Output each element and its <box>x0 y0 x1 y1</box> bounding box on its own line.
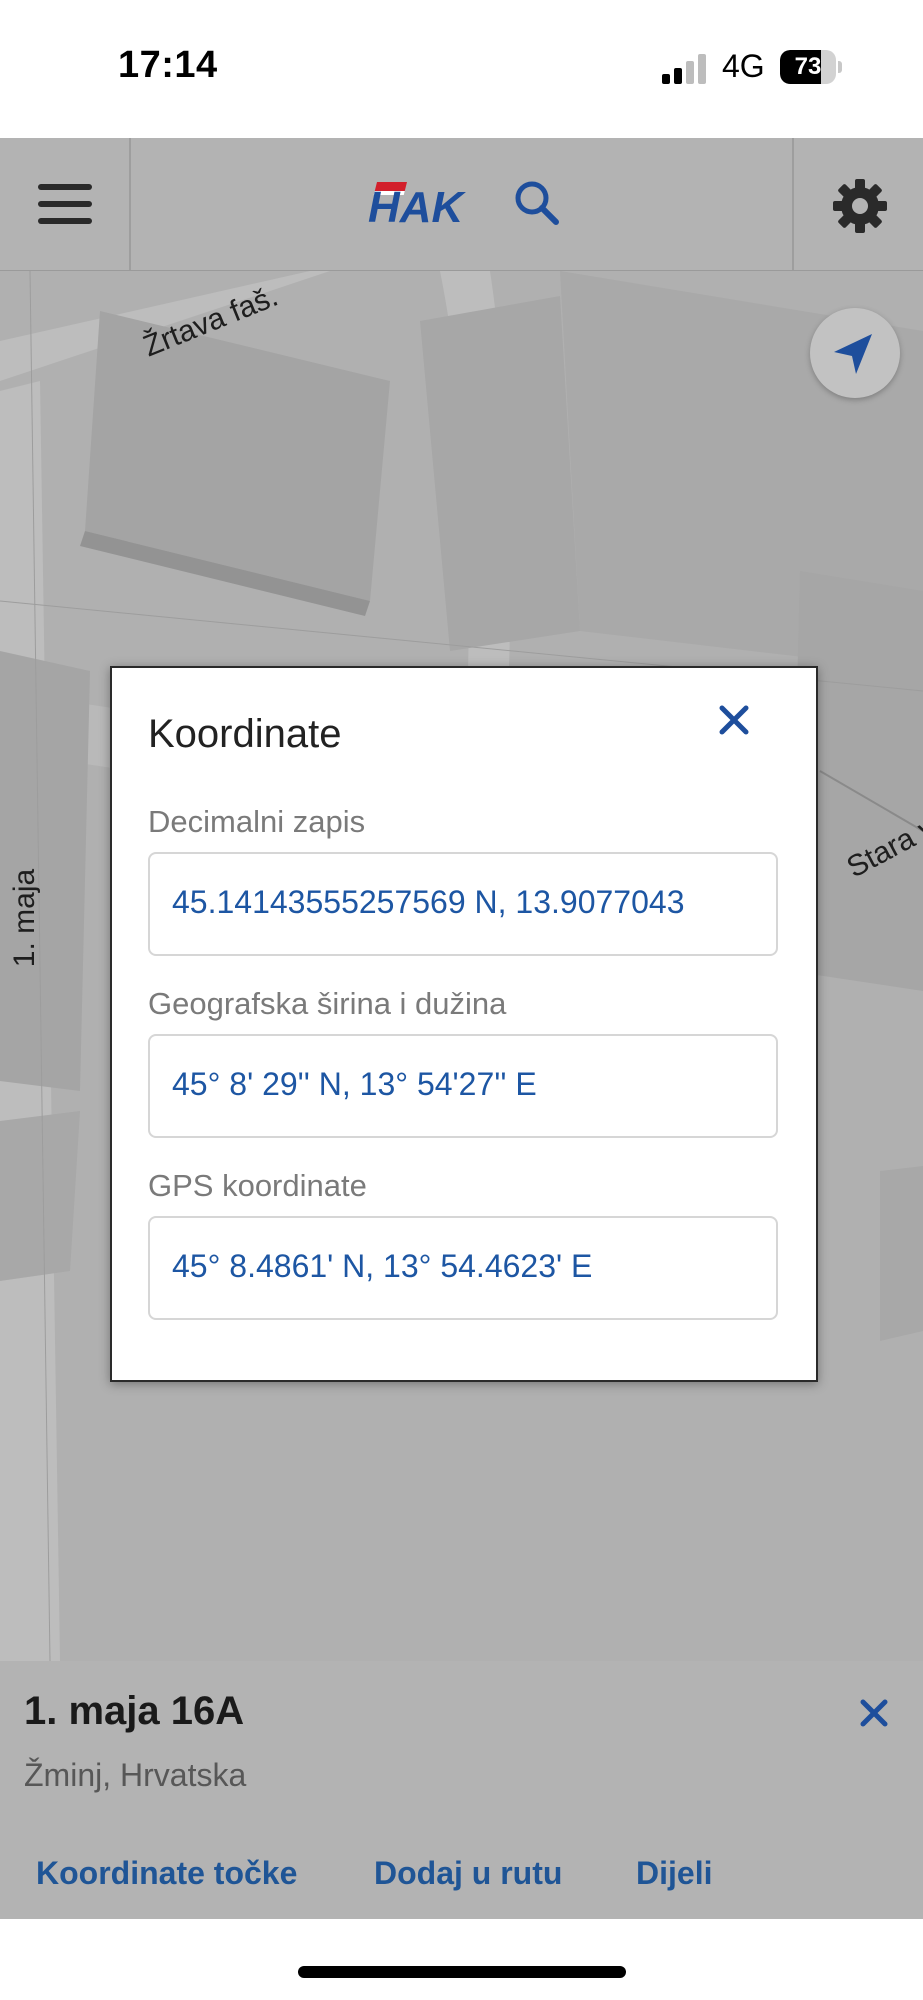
menu-icon[interactable] <box>38 184 92 224</box>
geographic-value: 45° 8' 29'' N, 13° 54'27'' E <box>172 1066 537 1102</box>
geographic-field[interactable]: 45° 8' 29'' N, 13° 54'27'' E <box>148 1034 778 1138</box>
modal-title: Koordinate <box>148 712 342 756</box>
gear-icon[interactable] <box>832 178 888 234</box>
decimal-label: Decimalni zapis <box>148 804 366 839</box>
network-type: 4G <box>722 48 765 84</box>
share-button[interactable]: Dijeli <box>636 1855 712 1892</box>
decimal-value: 45.14143555257569 N, 13.9077043 <box>172 884 685 920</box>
coordinates-button[interactable]: Koordinate točke <box>36 1855 297 1892</box>
gps-label: GPS koordinate <box>148 1168 367 1203</box>
home-indicator-area <box>0 1919 923 2000</box>
street-label: 1. maja <box>8 868 42 968</box>
hak-logo-text: HAK <box>368 183 467 228</box>
decimal-field[interactable]: 45.14143555257569 N, 13.9077043 <box>148 852 778 956</box>
gps-value: 45° 8.4861' N, 13° 54.4623' E <box>172 1248 593 1284</box>
close-icon[interactable] <box>710 696 758 744</box>
hak-logo: HAK <box>364 178 490 232</box>
add-to-route-button[interactable]: Dodaj u rutu <box>374 1855 562 1892</box>
place-subtitle: Žminj, Hrvatska <box>24 1757 247 1793</box>
geographic-label: Geografska širina i dužina <box>148 986 507 1021</box>
place-bottom-sheet: 1. maja 16A Žminj, Hrvatska Koordinate t… <box>0 1661 923 1919</box>
gps-field[interactable]: 45° 8.4861' N, 13° 54.4623' E <box>148 1216 778 1320</box>
coordinates-modal: Koordinate Decimalni zapis 45.1414355525… <box>110 666 818 1382</box>
close-icon[interactable] <box>852 1691 896 1735</box>
locate-me-button[interactable] <box>810 308 900 398</box>
home-indicator[interactable] <box>298 1966 626 1978</box>
cellular-signal-icon <box>662 52 708 84</box>
battery-icon: 73 <box>780 50 842 84</box>
app-header: HAK <box>0 138 923 271</box>
battery-percentage: 73 <box>794 53 822 80</box>
place-title: 1. maja 16A <box>24 1689 245 1733</box>
search-icon[interactable] <box>512 178 562 228</box>
navigation-arrow-icon <box>834 334 872 374</box>
status-time: 17:14 <box>118 44 218 86</box>
